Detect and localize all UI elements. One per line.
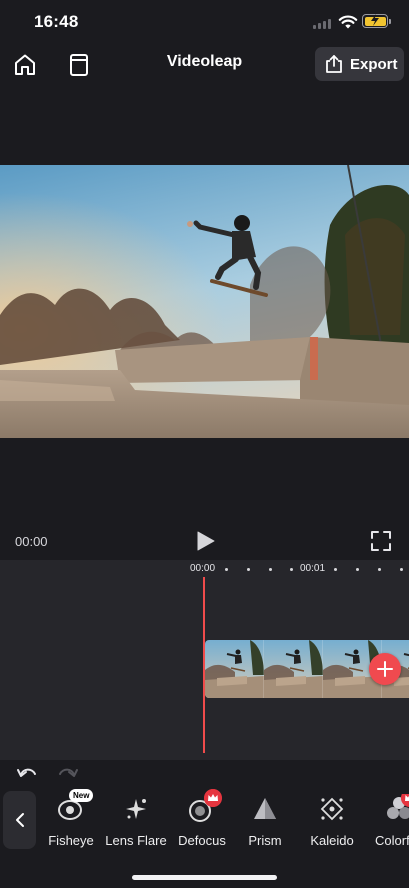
redo-icon[interactable]	[57, 763, 79, 781]
ruler-label: 00:01	[300, 563, 326, 574]
tool-label: Prism	[248, 833, 282, 848]
share-icon	[326, 55, 342, 73]
undo-icon[interactable]	[16, 763, 38, 781]
tool-prism[interactable]: Prism	[245, 794, 285, 856]
playhead[interactable]	[203, 577, 205, 753]
tool-label: Fisheye	[48, 833, 94, 848]
tool-label: Colorful	[375, 833, 409, 848]
tool-defocus[interactable]: Defocus	[176, 789, 228, 856]
video-preview[interactable]	[0, 165, 409, 438]
tool-kaleido[interactable]: Kaleido	[308, 794, 356, 856]
tool-lens-flare[interactable]: Lens Flare	[105, 794, 167, 856]
effects-toolbar: New Fisheye Lens Flare Defocus Prism Kal…	[0, 786, 409, 856]
new-badge: New	[69, 789, 94, 802]
back-button[interactable]	[3, 791, 36, 849]
prism-icon	[254, 798, 276, 819]
wifi-icon	[338, 15, 358, 29]
tool-label: Lens Flare	[105, 833, 167, 848]
cellular-signal-icon	[313, 19, 335, 29]
status-time: 16:48	[34, 12, 79, 31]
battery-icon	[362, 14, 391, 28]
export-button[interactable]: Export	[315, 47, 404, 81]
tool-colorful[interactable]: Colorful	[374, 794, 409, 856]
ruler-label: 00:00	[190, 563, 216, 574]
export-label: Export	[350, 55, 398, 73]
charging-icon	[371, 14, 379, 26]
fullscreen-button[interactable]	[370, 530, 392, 552]
current-time: 00:00	[15, 534, 48, 549]
tool-label: Kaleido	[310, 833, 354, 848]
add-clip-button[interactable]	[369, 653, 401, 685]
tool-label: Defocus	[178, 833, 226, 848]
tool-fisheye[interactable]: New Fisheye	[47, 789, 95, 856]
crown-icon	[204, 789, 222, 807]
top-bar: Videoleap Export	[0, 44, 409, 86]
lens-flare-icon	[126, 799, 146, 819]
timeline-ruler: 00:00 00:01	[0, 562, 409, 576]
status-bar: 16:48	[0, 0, 409, 44]
home-indicator	[132, 875, 277, 880]
play-button[interactable]	[193, 529, 217, 553]
kaleido-icon	[320, 797, 344, 821]
chevron-left-icon	[15, 813, 24, 827]
